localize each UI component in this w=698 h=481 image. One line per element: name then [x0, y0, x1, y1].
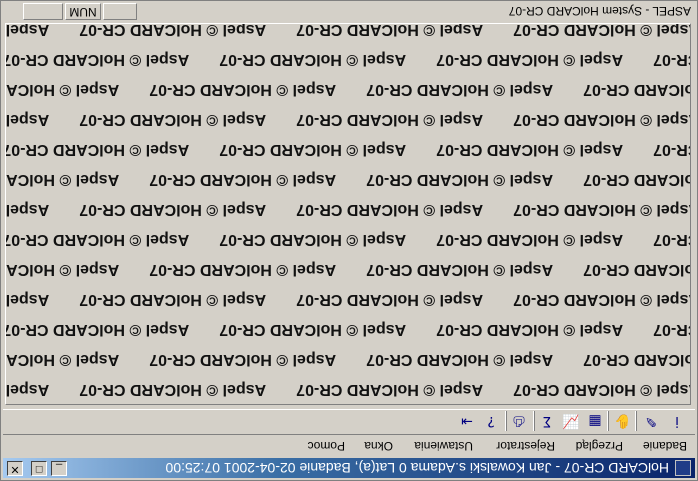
watermark-row: Aspel © HolCARD CR-07 Aspel © HolCARD CR-… [5, 134, 691, 164]
workspace-background: Aspel © HolCARD CR-07 Aspel © HolCARD CR-… [5, 23, 691, 405]
watermark-text: Aspel © HolCARD CR-07 [149, 171, 337, 188]
menu-bar: Badanie Przegląd Rejestrator Ustawienia … [3, 436, 695, 456]
watermark-text: Aspel © HolCARD CR-07 [5, 231, 190, 248]
watermark-text: Aspel © HolCARD CR-07 [366, 81, 554, 98]
watermark-row: Aspel © HolCARD CR-07 Aspel © HolCARD CR-… [5, 374, 691, 404]
watermark-row: Aspel © HolCARD CR-07 Aspel © HolCARD CR-… [5, 164, 691, 194]
watermark-text: Aspel © HolCARD CR-07 [296, 23, 484, 38]
watermark-text: Aspel © HolCARD CR-07 [436, 51, 624, 68]
watermark-text: Aspel © HolCARD CR-07 [513, 291, 691, 308]
watermark-row: Aspel © HolCARD CR-07 Aspel © HolCARD CR-… [5, 44, 691, 74]
watermark-text: Aspel © HolCARD CR-07 [5, 201, 50, 218]
status-text: ASPEL - System HolCARD CR-07 [508, 4, 691, 18]
watermark-text: Aspel © HolCARD CR-07 [79, 23, 267, 38]
watermark-row: Aspel © HolCARD CR-07 Aspel © HolCARD CR-… [5, 344, 691, 374]
watermark-text: Aspel © HolCARD CR-07 [5, 111, 50, 128]
watermark-text: Aspel © HolCARD CR-07 [366, 171, 554, 188]
watermark-text: Aspel © HolCARD CR-07 [219, 231, 407, 248]
watermark-text: Aspel © HolCARD CR-07 [653, 231, 691, 248]
help-icon[interactable]: ? [481, 411, 501, 431]
minimize-button[interactable]: _ [51, 461, 67, 476]
menu-ustawienia[interactable]: Ustawienia [414, 439, 473, 453]
printer-icon[interactable]: ⎙ [509, 411, 529, 431]
watermark-row: Aspel © HolCARD CR-07 Aspel © HolCARD CR-… [5, 224, 691, 254]
watermark-text: Aspel © HolCARD CR-07 [653, 141, 691, 158]
status-panel-empty [23, 3, 63, 20]
watermark-text: Aspel © HolCARD CR-07 [366, 261, 554, 278]
hand-icon[interactable]: ✋ [613, 411, 633, 431]
watermark-text: Aspel © HolCARD CR-07 [513, 381, 691, 398]
watermark-text: Aspel © HolCARD CR-07 [513, 201, 691, 218]
watermark-text: Aspel © HolCARD CR-07 [653, 51, 691, 68]
watermark-text: Aspel © HolCARD CR-07 [583, 261, 691, 278]
watermark-text: Aspel © HolCARD CR-07 [149, 261, 337, 278]
watermark-text: Aspel © HolCARD CR-07 [79, 291, 267, 308]
watermark-text: Aspel © HolCARD CR-07 [583, 81, 691, 98]
watermark-text: Aspel © HolCARD CR-07 [79, 201, 267, 218]
watermark-text: Aspel © HolCARD CR-07 [5, 261, 120, 278]
watermark-text: Aspel © HolCARD CR-07 [5, 81, 120, 98]
sigma-icon[interactable]: Σ [537, 411, 557, 431]
chart-icon[interactable]: 📈 [561, 411, 581, 431]
watermark-row: Aspel © HolCARD CR-07 Aspel © HolCARD CR-… [5, 74, 691, 104]
menu-badanie[interactable]: Badanie [643, 439, 687, 453]
exit-icon[interactable]: ⇥ [457, 411, 477, 431]
watermark-text: Aspel © HolCARD CR-07 [5, 321, 190, 338]
table-icon[interactable]: ▦ [585, 411, 605, 431]
watermark-text: Aspel © HolCARD CR-07 [513, 111, 691, 128]
status-bar: ASPEL - System HolCARD CR-07 NUM [3, 1, 695, 21]
toolbar-separator [533, 411, 535, 431]
watermark-text: Aspel © HolCARD CR-07 [149, 81, 337, 98]
watermark-text: Aspel © HolCARD CR-07 [436, 321, 624, 338]
watermark-row: Aspel © HolCARD CR-07 Aspel © HolCARD CR-… [5, 284, 691, 314]
watermark-text: Aspel © HolCARD CR-07 [219, 321, 407, 338]
watermark-text: Aspel © HolCARD CR-07 [5, 51, 190, 68]
menu-okna[interactable]: Okna [364, 439, 393, 453]
watermark-text: Aspel © HolCARD CR-07 [296, 111, 484, 128]
watermark-text: Aspel © HolCARD CR-07 [5, 23, 50, 38]
watermark-text: Aspel © HolCARD CR-07 [513, 23, 691, 38]
watermark-text: Aspel © HolCARD CR-07 [5, 291, 50, 308]
app-icon[interactable] [675, 460, 691, 476]
watermark-text: Aspel © HolCARD CR-07 [149, 351, 337, 368]
watermark-text: Aspel © HolCARD CR-07 [296, 381, 484, 398]
info-icon[interactable]: i [667, 411, 687, 431]
watermark-text: Aspel © HolCARD CR-07 [583, 171, 691, 188]
toolbar-separator [635, 411, 637, 431]
title-bar[interactable]: HolCARD CR-07 - Jan Kowalski s.Adama 0 L… [3, 458, 695, 478]
watermark-text: Aspel © HolCARD CR-07 [436, 231, 624, 248]
watermark-text: Aspel © HolCARD CR-07 [366, 351, 554, 368]
watermark-text: Aspel © HolCARD CR-07 [583, 351, 691, 368]
watermark-row: Aspel © HolCARD CR-07 Aspel © HolCARD CR-… [5, 314, 691, 344]
watermark-row: Aspel © HolCARD CR-07 Aspel © HolCARD CR-… [5, 23, 691, 44]
watermark-text: Aspel © HolCARD CR-07 [5, 351, 120, 368]
status-panel-empty [103, 3, 137, 20]
watermark-text: Aspel © HolCARD CR-07 [219, 141, 407, 158]
watermark-row: Aspel © HolCARD CR-07 Aspel © HolCARD CR-… [5, 254, 691, 284]
watermark-row: Aspel © HolCARD CR-07 Aspel © HolCARD CR-… [5, 104, 691, 134]
watermark-text: Aspel © HolCARD CR-07 [296, 201, 484, 218]
watermark-text: Aspel © HolCARD CR-07 [653, 321, 691, 338]
menu-przeglad[interactable]: Przegląd [576, 439, 623, 453]
num-indicator: NUM [65, 3, 101, 20]
window-title: HolCARD CR-07 - Jan Kowalski s.Adama 0 L… [165, 460, 670, 476]
watermark-text: Aspel © HolCARD CR-07 [79, 381, 267, 398]
close-button[interactable]: ✕ [7, 461, 23, 476]
maximize-button[interactable]: □ [31, 461, 47, 476]
watermark-text: Aspel © HolCARD CR-07 [296, 291, 484, 308]
menu-rejestrator[interactable]: Rejestrator [496, 439, 555, 453]
watermark-text: Aspel © HolCARD CR-07 [5, 171, 120, 188]
toolbar-separator [505, 411, 507, 431]
edit-icon[interactable]: ✎ [641, 411, 661, 431]
watermark-row: Aspel © HolCARD CR-07 Aspel © HolCARD CR-… [5, 194, 691, 224]
menu-pomoc[interactable]: Pomoc [308, 439, 345, 453]
watermark-text: Aspel © HolCARD CR-07 [436, 141, 624, 158]
watermark-text: Aspel © HolCARD CR-07 [5, 141, 190, 158]
watermark-text: Aspel © HolCARD CR-07 [219, 51, 407, 68]
toolbar: i ✎ ✋ ▦ 📈 Σ ⎙ ? ⇥ [3, 409, 695, 435]
main-window: HolCARD CR-07 - Jan Kowalski s.Adama 0 L… [0, 0, 698, 481]
watermark-text: Aspel © HolCARD CR-07 [5, 381, 50, 398]
watermark-text: Aspel © HolCARD CR-07 [79, 111, 267, 128]
toolbar-separator [607, 411, 609, 431]
